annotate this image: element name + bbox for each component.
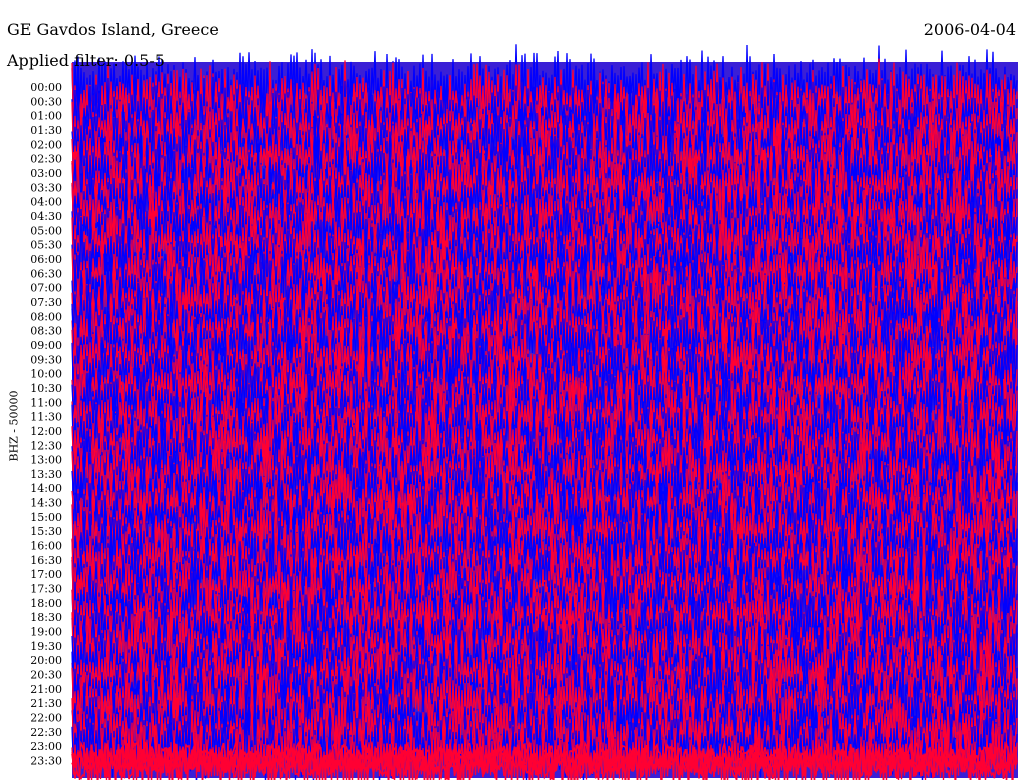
y-tick-label: 10:00: [30, 368, 62, 381]
y-tick-label: 01:00: [30, 110, 62, 123]
y-tick-label: 16:00: [30, 540, 62, 553]
filter-label: Applied filter: 0.5-5: [7, 51, 165, 70]
y-tick-label: 20:30: [30, 669, 62, 682]
y-tick-label: 19:30: [30, 640, 62, 653]
y-tick-label: 19:00: [30, 626, 62, 639]
y-tick-label: 01:30: [30, 124, 62, 137]
y-tick-label: 08:00: [30, 310, 62, 323]
y-tick-label: 06:00: [30, 253, 62, 266]
y-tick-label: 02:00: [30, 138, 62, 151]
y-tick-label: 22:30: [30, 726, 62, 739]
station-title: GE Gavdos Island, Greece: [7, 20, 219, 39]
y-tick-label: 04:30: [30, 210, 62, 223]
y-tick-label: 18:30: [30, 611, 62, 624]
y-tick-label: 10:30: [30, 382, 62, 395]
y-tick-label: 13:00: [30, 454, 62, 467]
y-tick-label: 11:30: [30, 411, 62, 424]
y-tick-label: 07:30: [30, 296, 62, 309]
y-tick-label: 08:30: [30, 325, 62, 338]
record-date: 2006-04-04: [923, 20, 1016, 39]
y-tick-label: 03:30: [30, 181, 62, 194]
y-tick-label: 12:30: [30, 439, 62, 452]
y-tick-label: 07:00: [30, 282, 62, 295]
y-tick-label: 13:30: [30, 468, 62, 481]
y-tick-label: 20:00: [30, 654, 62, 667]
y-tick-label: 15:30: [30, 525, 62, 538]
y-tick-label: 14:00: [30, 482, 62, 495]
y-tick-label: 23:30: [30, 755, 62, 768]
y-tick-label: 18:00: [30, 597, 62, 610]
y-tick-label: 02:30: [30, 153, 62, 166]
y-tick-label: 00:00: [30, 81, 62, 94]
y-tick-label: 23:00: [30, 740, 62, 753]
y-tick-label: 05:00: [30, 224, 62, 237]
y-tick-label: 06:30: [30, 267, 62, 280]
y-tick-label: 14:30: [30, 497, 62, 510]
y-tick-label: 09:00: [30, 339, 62, 352]
y-tick-label: 12:00: [30, 425, 62, 438]
y-tick-label: 16:30: [30, 554, 62, 567]
y-tick-label: 22:00: [30, 712, 62, 725]
y-tick-label: 15:00: [30, 511, 62, 524]
y-axis-label: BHZ - 50000: [7, 390, 21, 462]
y-tick-label: 17:30: [30, 583, 62, 596]
y-tick-label: 21:00: [30, 683, 62, 696]
y-tick-label: 04:00: [30, 196, 62, 209]
seismogram-plot: 00:0000:30 01:0001:3002:00 02:3003:0003:30…: [30, 44, 1018, 780]
y-tick-label: 21:30: [30, 697, 62, 710]
y-tick-label: 00:30: [30, 95, 62, 108]
y-tick-label: 11:00: [30, 396, 62, 409]
y-tick-label: 05:30: [30, 239, 62, 252]
y-tick-label: 03:00: [30, 167, 62, 180]
y-tick-label: 09:30: [30, 353, 62, 366]
y-tick-label: 17:00: [30, 568, 62, 581]
